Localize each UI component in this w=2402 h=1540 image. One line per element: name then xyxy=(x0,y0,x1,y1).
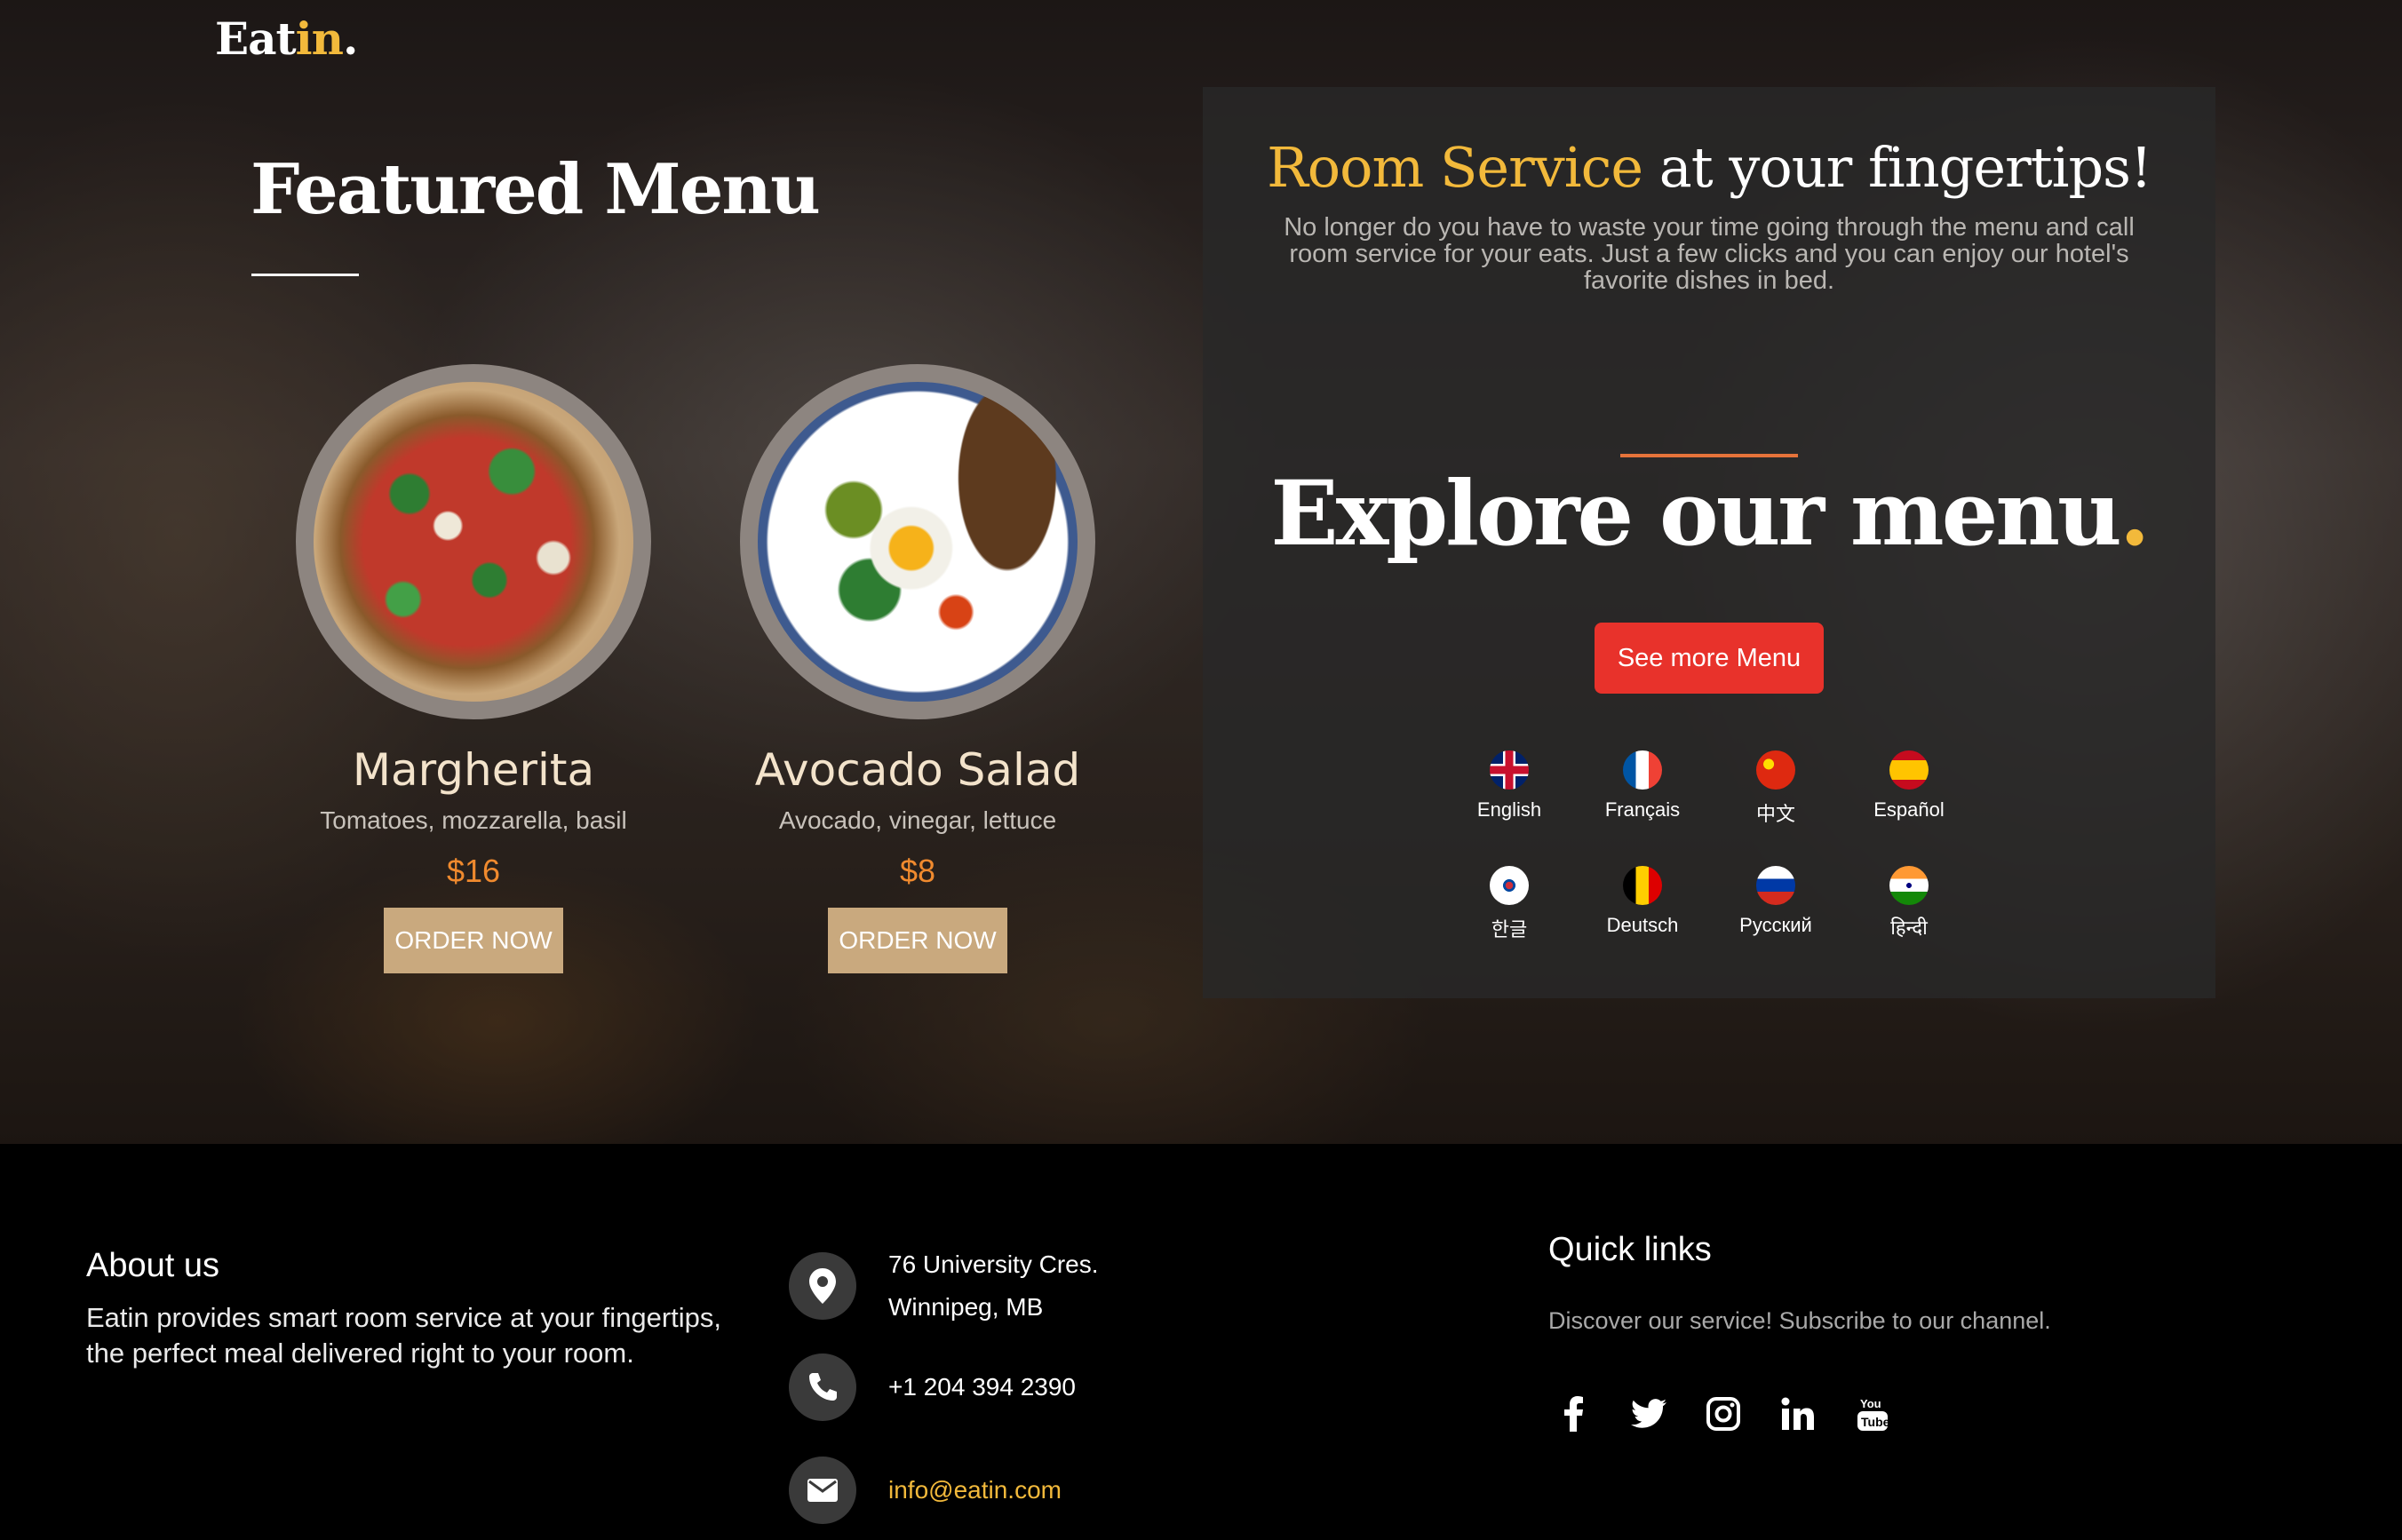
spain-flag-icon xyxy=(1889,750,1929,790)
title-underline xyxy=(251,274,359,276)
order-now-button[interactable]: ORDER NOW xyxy=(384,908,563,973)
lang-chinese[interactable]: 中文 xyxy=(1709,750,1842,827)
logo-dot: . xyxy=(342,12,358,65)
lang-korean[interactable]: 한글 xyxy=(1443,866,1576,942)
contact-address: 76 University Cres. Winnipeg, MB xyxy=(789,1243,1099,1329)
phone-text[interactable]: +1 204 394 2390 xyxy=(888,1366,1076,1409)
envelope-icon xyxy=(789,1457,856,1524)
lang-label: Русский xyxy=(1739,914,1812,936)
explore-text: Explore our menu xyxy=(1270,461,2121,566)
dish-description: Avocado, vinegar, lettuce xyxy=(778,806,1057,834)
contact-phone: +1 204 394 2390 xyxy=(789,1353,1076,1421)
korea-flag-icon xyxy=(1490,866,1529,905)
location-pin-icon xyxy=(789,1252,856,1320)
lang-german[interactable]: Deutsch xyxy=(1576,866,1709,942)
quick-links-text: Discover our service! Subscribe to our c… xyxy=(1548,1307,2051,1334)
logo-accent: in xyxy=(295,12,344,65)
address-text: 76 University Cres. Winnipeg, MB xyxy=(888,1243,1099,1329)
panel-heading: Room Service at your fingertips! xyxy=(1203,135,2215,200)
dish-description: Tomatoes, mozzarella, basil xyxy=(320,806,627,834)
linkedin-icon[interactable] xyxy=(1778,1394,1817,1433)
belgium-flag-icon xyxy=(1623,866,1662,905)
lang-label: Español xyxy=(1873,798,1945,821)
address-line1: 76 University Cres. xyxy=(888,1250,1099,1278)
phone-icon xyxy=(789,1353,856,1421)
india-flag-icon xyxy=(1889,866,1929,905)
menu-card-margherita: Margherita Tomatoes, mozzarella, basil $… xyxy=(243,364,704,973)
email-link[interactable]: info@eatin.com xyxy=(888,1469,1062,1512)
uk-flag-icon xyxy=(1490,750,1529,790)
lang-label: हिन्दी xyxy=(1890,917,1928,939)
lang-label: 한글 xyxy=(1491,918,1528,941)
lang-label: English xyxy=(1476,798,1542,821)
footer: About us Eatin provides smart room servi… xyxy=(0,1144,2402,1540)
address-line2: Winnipeg, MB xyxy=(888,1293,1044,1321)
russia-flag-icon xyxy=(1756,866,1795,905)
explore-heading: Explore our menu. xyxy=(1203,461,2215,566)
contact-email: info@eatin.com xyxy=(789,1457,1062,1524)
facebook-icon[interactable] xyxy=(1555,1394,1594,1433)
about-title: About us xyxy=(86,1247,219,1284)
lang-french[interactable]: Français xyxy=(1576,750,1709,827)
lang-label: 中文 xyxy=(1755,803,1795,825)
heading-accent: Room Service xyxy=(1267,135,1643,200)
instagram-icon[interactable] xyxy=(1704,1394,1743,1433)
language-selector: English Français 中文 Español 한글 Deutsch Р… xyxy=(1443,750,1976,942)
heading-rest: at your fingertips! xyxy=(1642,135,2152,200)
china-flag-icon xyxy=(1756,750,1795,790)
room-service-panel: Room Service at your fingertips! No long… xyxy=(1203,87,2215,998)
france-flag-icon xyxy=(1623,750,1662,790)
order-now-button[interactable]: ORDER NOW xyxy=(828,908,1007,973)
social-links: You Tube xyxy=(1555,1394,1892,1433)
about-text: Eatin provides smart room service at you… xyxy=(86,1302,721,1369)
dish-name: Margherita xyxy=(352,744,595,796)
explore-divider xyxy=(1620,454,1798,457)
twitter-icon[interactable] xyxy=(1629,1394,1668,1433)
dish-price: $8 xyxy=(899,853,936,889)
lang-english[interactable]: English xyxy=(1443,750,1576,827)
hero-section: Eatin. Featured Menu Margherita Tomatoes… xyxy=(0,0,2402,1144)
menu-card-avocado-salad: Avocado Salad Avocado, vinegar, lettuce … xyxy=(687,364,1149,973)
logo-main: Eat xyxy=(215,12,297,65)
dish-price: $16 xyxy=(446,853,501,889)
quick-links-title: Quick links xyxy=(1548,1231,1712,1268)
lang-hindi[interactable]: हिन्दी xyxy=(1842,866,1976,942)
panel-description: No longer do you have to waste your time… xyxy=(1284,213,2135,295)
pizza-image xyxy=(296,364,651,719)
youtube-icon[interactable]: You Tube xyxy=(1853,1394,1892,1433)
svg-text:Tube: Tube xyxy=(1861,1415,1889,1429)
explore-dot: . xyxy=(2119,461,2151,566)
svg-text:You: You xyxy=(1860,1397,1881,1410)
dish-name: Avocado Salad xyxy=(754,744,1081,796)
lang-label: Français xyxy=(1604,798,1681,821)
see-more-menu-button[interactable]: See more Menu xyxy=(1595,623,1824,694)
lang-spanish[interactable]: Español xyxy=(1842,750,1976,827)
lang-label: Deutsch xyxy=(1606,914,1679,936)
featured-menu-title: Featured Menu xyxy=(251,149,821,230)
lang-russian[interactable]: Русский xyxy=(1709,866,1842,942)
salad-image xyxy=(740,364,1095,719)
logo[interactable]: Eatin. xyxy=(215,12,358,65)
